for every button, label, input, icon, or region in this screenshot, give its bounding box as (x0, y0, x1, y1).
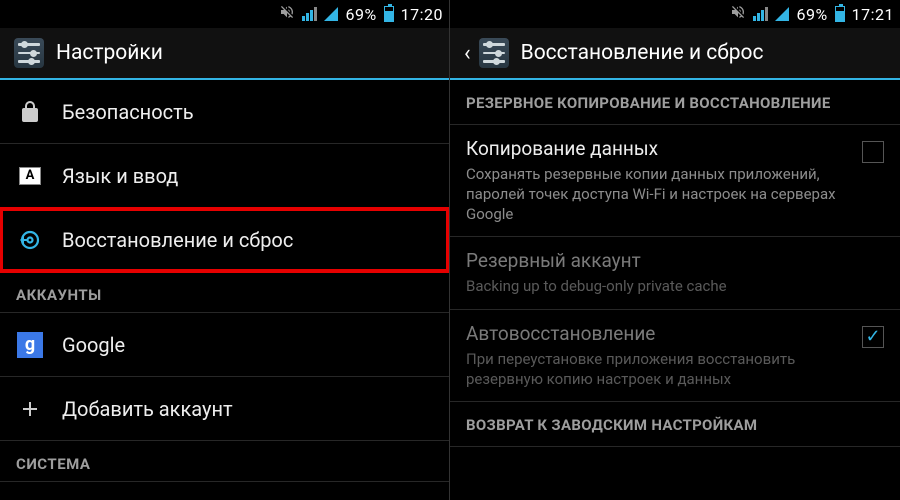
pref-title: Копирование данных (466, 137, 850, 160)
row-add-account[interactable]: Добавить аккаунт (0, 377, 449, 441)
signal-triangle-icon (324, 7, 338, 21)
signal-triangle-icon (775, 7, 789, 21)
row-label: Безопасность (62, 100, 194, 124)
checkbox[interactable] (862, 141, 884, 163)
google-icon: g (16, 332, 44, 358)
row-language[interactable]: A Язык и ввод (0, 144, 449, 208)
header: Настройки (0, 28, 449, 80)
row-label: Google (62, 333, 125, 357)
checkbox-checked: ✓ (862, 326, 884, 348)
page-title: Восстановление и сброс (521, 41, 764, 65)
prefs-list[interactable]: РЕЗЕРВНОЕ КОПИРОВАНИЕ И ВОССТАНОВЛЕНИЕ К… (450, 80, 900, 500)
language-icon: A (16, 167, 44, 185)
back-icon[interactable]: ‹ (464, 41, 471, 66)
status-time: 17:20 (401, 5, 443, 24)
row-label: Добавить аккаунт (62, 397, 233, 421)
vibrate-icon (279, 4, 295, 24)
vibrate-icon (730, 4, 746, 24)
battery-percent: 69% (345, 5, 376, 24)
row-backup-reset[interactable]: Восстановление и сброс (0, 208, 449, 272)
battery-percent: 69% (796, 5, 827, 24)
status-bar: 69% 17:21 (450, 0, 900, 28)
lock-icon (16, 100, 44, 124)
section-system: СИСТЕМА (0, 441, 449, 482)
battery-icon (384, 6, 394, 22)
settings-icon (14, 38, 44, 68)
status-bar: 69% 17:20 (0, 0, 449, 28)
header[interactable]: ‹ Восстановление и сброс (450, 28, 900, 80)
pref-title: Автовосстановление (466, 322, 850, 345)
section-accounts: АККАУНТЫ (0, 272, 449, 313)
signal-bars-icon (302, 7, 317, 21)
pref-auto-restore: Автовосстановление При переустановке при… (450, 310, 900, 403)
pref-backup-data[interactable]: Копирование данных Сохранять резервные к… (450, 125, 900, 238)
page-title: Настройки (56, 41, 163, 65)
battery-icon (835, 6, 845, 22)
pref-subtitle: Сохранять резервные копии данных приложе… (466, 164, 850, 225)
pref-subtitle: При переустановке приложения восстановит… (466, 349, 850, 390)
row-label: Восстановление и сброс (62, 228, 293, 252)
row-google-account[interactable]: g Google (0, 313, 449, 377)
phone-left: 69% 17:20 Настройки Безопасность A Язык … (0, 0, 450, 500)
status-time: 17:21 (852, 5, 894, 24)
pref-title: Резервный аккаунт (466, 249, 884, 272)
reset-icon (16, 228, 44, 252)
settings-icon (479, 38, 509, 68)
row-security[interactable]: Безопасность (0, 80, 449, 144)
settings-list[interactable]: Безопасность A Язык и ввод Восстановлени… (0, 80, 449, 500)
section-factory-reset: ВОЗВРАТ К ЗАВОДСКИМ НАСТРОЙКАМ (450, 402, 900, 447)
section-backup-restore: РЕЗЕРВНОЕ КОПИРОВАНИЕ И ВОССТАНОВЛЕНИЕ (450, 80, 900, 125)
pref-backup-account: Резервный аккаунт Backing up to debug-on… (450, 237, 900, 309)
signal-bars-icon (753, 7, 768, 21)
plus-icon (16, 397, 44, 421)
pref-subtitle: Backing up to debug-only private cache (466, 276, 884, 296)
phone-right: 69% 17:21 ‹ Восстановление и сброс РЕЗЕР… (450, 0, 900, 500)
row-label: Язык и ввод (62, 164, 178, 188)
